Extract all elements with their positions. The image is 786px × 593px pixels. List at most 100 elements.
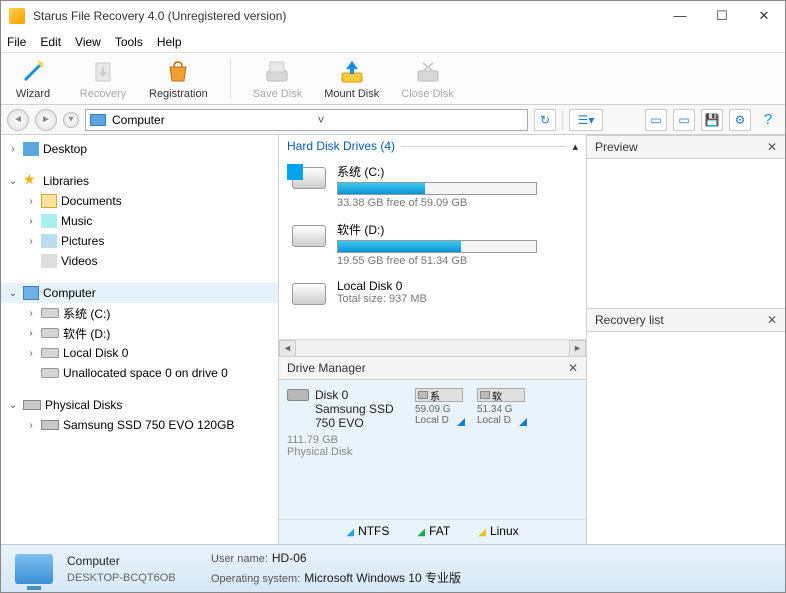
legend-ntfs: NTFS bbox=[346, 524, 389, 538]
recovery-list-header: Recovery list ✕ bbox=[587, 308, 785, 332]
save-icon-button[interactable]: 💾 bbox=[701, 109, 723, 131]
menu-edit[interactable]: Edit bbox=[40, 35, 61, 49]
drive-item[interactable]: 系统 (C:) 33.38 GB free of 59.09 GB bbox=[279, 157, 586, 215]
preview-close-icon[interactable]: ✕ bbox=[767, 140, 777, 154]
nav-back-button[interactable]: ◄ bbox=[7, 109, 29, 131]
disk-icon bbox=[287, 389, 309, 401]
window-controls: — ☐ ✕ bbox=[667, 8, 777, 24]
main-view: Hard Disk Drives (4) ▴ 系统 (C:) 33.38 GB f… bbox=[279, 135, 586, 356]
tree-unallocated[interactable]: Unallocated space 0 on drive 0 bbox=[1, 363, 278, 383]
refresh-button[interactable]: ↻ bbox=[534, 109, 556, 131]
drive-icon bbox=[291, 163, 327, 193]
tree-libraries[interactable]: ⌄Libraries bbox=[1, 171, 278, 191]
status-name: Computer bbox=[67, 554, 197, 568]
save-disk-button[interactable]: Save Disk bbox=[253, 58, 303, 100]
tree-pictures[interactable]: ›Pictures bbox=[1, 231, 278, 251]
drive-icon bbox=[291, 221, 327, 251]
preview-header: Preview ✕ bbox=[587, 135, 785, 159]
wand-icon bbox=[19, 58, 47, 86]
drive-manager-header: Drive Manager ✕ bbox=[279, 356, 586, 380]
menu-help[interactable]: Help bbox=[157, 35, 182, 49]
recovery-list-body bbox=[587, 332, 785, 544]
drives-section-header: Hard Disk Drives (4) ▴ bbox=[279, 135, 586, 157]
tree-ssd[interactable]: ›Samsung SSD 750 EVO 120GB bbox=[1, 415, 278, 435]
fs-legend: NTFS FAT Linux bbox=[279, 519, 586, 538]
nav-forward-button[interactable]: ► bbox=[35, 109, 57, 131]
content-area: ›Desktop ⌄Libraries ›Documents ›Music ›P… bbox=[1, 135, 785, 544]
tree-drive-d[interactable]: ›软件 (D:) bbox=[1, 323, 278, 343]
app-icon bbox=[9, 8, 25, 24]
legend-fat: FAT bbox=[417, 524, 450, 538]
drive-item[interactable]: Local Disk 0Total size: 937 MB bbox=[279, 273, 586, 315]
address-text: Computer bbox=[112, 113, 314, 127]
horizontal-scrollbar[interactable]: ◄ ► bbox=[279, 339, 586, 356]
titlebar: Starus File Recovery 4.0 (Unregistered v… bbox=[1, 1, 785, 31]
status-os: Microsoft Windows 10 专业版 bbox=[304, 571, 461, 585]
registration-button[interactable]: Registration bbox=[149, 58, 208, 100]
drive-item[interactable]: 软件 (D:) 19.55 GB free of 51.34 GB bbox=[279, 215, 586, 273]
mount-disk-button[interactable]: Mount Disk bbox=[324, 58, 379, 100]
toolbar-separator bbox=[230, 59, 231, 99]
menu-file[interactable]: File bbox=[7, 35, 26, 49]
computer-icon bbox=[90, 114, 106, 126]
status-host: DESKTOP-BCQT6OB bbox=[67, 572, 197, 584]
menu-view[interactable]: View bbox=[75, 35, 101, 49]
bag-icon bbox=[164, 58, 192, 86]
disk-entry[interactable]: Disk 0 Samsung SSD 750 EVO 111.79 GB Phy… bbox=[287, 388, 578, 458]
scroll-right-icon[interactable]: ► bbox=[569, 340, 586, 357]
scroll-left-icon[interactable]: ◄ bbox=[279, 340, 296, 357]
panel-button-2[interactable]: ▭ bbox=[673, 109, 695, 131]
close-disk-icon bbox=[414, 58, 442, 86]
wizard-button[interactable]: Wizard bbox=[9, 58, 57, 100]
legend-linux: Linux bbox=[478, 524, 518, 538]
drive-free: 33.38 GB free of 59.09 GB bbox=[337, 197, 574, 209]
close-disk-button[interactable]: Close Disk bbox=[401, 58, 454, 100]
view-mode-button[interactable]: ☰▾ bbox=[569, 109, 603, 131]
preview-body bbox=[587, 159, 785, 308]
section-title: Hard Disk Drives (4) bbox=[287, 139, 395, 153]
tree-documents[interactable]: ›Documents bbox=[1, 191, 278, 211]
tree-computer[interactable]: ⌄Computer bbox=[1, 283, 278, 303]
navbar: ◄ ► ▾ Computer ˅ ↻ ☰▾ ▭ ▭ 💾 ⚙ ? bbox=[1, 105, 785, 135]
nav-dropdown-button[interactable]: ▾ bbox=[63, 112, 79, 128]
recovery-close-icon[interactable]: ✕ bbox=[767, 313, 777, 327]
drive-free: 19.55 GB free of 51.34 GB bbox=[337, 255, 574, 267]
minimize-button[interactable]: — bbox=[667, 8, 693, 24]
recovery-icon bbox=[89, 58, 117, 86]
drive-manager-close-icon[interactable]: ✕ bbox=[568, 361, 578, 375]
drive-name: Local Disk 0 bbox=[337, 279, 574, 293]
settings-button[interactable]: ⚙ bbox=[729, 109, 751, 131]
computer-large-icon bbox=[15, 554, 53, 584]
section-collapse-icon[interactable]: ▴ bbox=[572, 140, 578, 153]
status-username: HD-06 bbox=[272, 551, 307, 565]
help-button[interactable]: ? bbox=[757, 109, 779, 131]
close-button[interactable]: ✕ bbox=[751, 8, 777, 24]
address-dropdown-icon[interactable]: ˅ bbox=[314, 113, 524, 127]
partition[interactable]: 系59.09 GLocal D bbox=[415, 388, 463, 458]
menubar: File Edit View Tools Help bbox=[1, 31, 785, 53]
right-panel: Preview ✕ Recovery list ✕ bbox=[587, 135, 785, 544]
drive-name: 软件 (D:) bbox=[337, 221, 574, 238]
tree-drive-c[interactable]: ›系统 (C:) bbox=[1, 303, 278, 323]
maximize-button[interactable]: ☐ bbox=[709, 8, 735, 24]
tree-music[interactable]: ›Music bbox=[1, 211, 278, 231]
toolbar: Wizard Recovery Registration Save Disk M… bbox=[1, 53, 785, 105]
tree-panel: ›Desktop ⌄Libraries ›Documents ›Music ›P… bbox=[1, 135, 279, 544]
address-bar[interactable]: Computer ˅ bbox=[85, 109, 528, 131]
drive-icon bbox=[291, 279, 327, 309]
recovery-button[interactable]: Recovery bbox=[79, 58, 127, 100]
drive-free: Total size: 937 MB bbox=[337, 293, 574, 305]
window-title: Starus File Recovery 4.0 (Unregistered v… bbox=[33, 9, 667, 23]
panel-button-1[interactable]: ▭ bbox=[645, 109, 667, 131]
center-panel: Hard Disk Drives (4) ▴ 系统 (C:) 33.38 GB f… bbox=[279, 135, 587, 544]
drive-name: 系统 (C:) bbox=[337, 163, 574, 180]
partition[interactable]: 软51.34 GLocal D bbox=[477, 388, 525, 458]
mount-disk-icon bbox=[338, 58, 366, 86]
tree-physical[interactable]: ⌄Physical Disks bbox=[1, 395, 278, 415]
tree-videos[interactable]: Videos bbox=[1, 251, 278, 271]
tree-local-disk[interactable]: ›Local Disk 0 bbox=[1, 343, 278, 363]
statusbar: Computer DESKTOP-BCQT6OB User name:HD-06… bbox=[1, 544, 785, 592]
save-disk-icon bbox=[263, 58, 291, 86]
menu-tools[interactable]: Tools bbox=[115, 35, 143, 49]
tree-desktop[interactable]: ›Desktop bbox=[1, 139, 278, 159]
